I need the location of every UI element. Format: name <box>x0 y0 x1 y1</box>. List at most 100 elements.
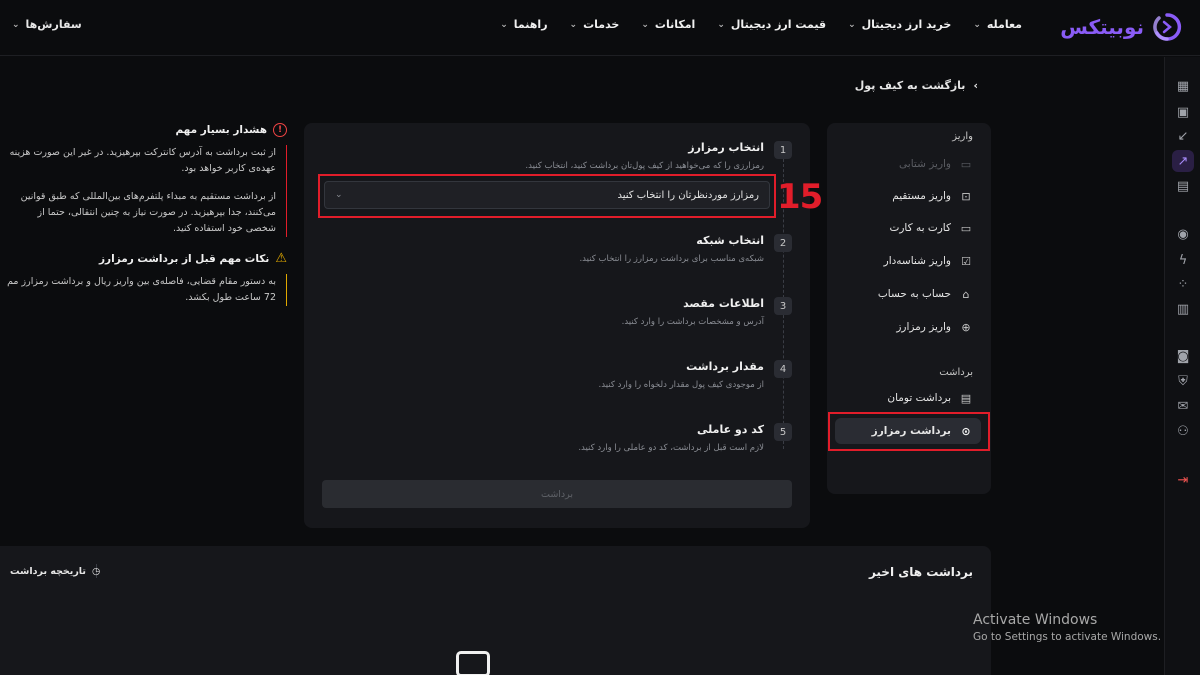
warning-line: عهده‌ی کاربر خواهد بود. <box>181 163 276 174</box>
card-transfer-icon: ▭ <box>960 221 972 235</box>
tips-body: به دستور مقام قضایی، فاصله‌ی بین واریز ر… <box>0 274 287 306</box>
side-item-label: کارت به کارت <box>889 222 951 234</box>
side-item-account-to-account[interactable]: ⌂ حساب به حساب <box>835 281 981 307</box>
withdraw-tips: ⚠ نکات مهم قبل از برداشت رمزارز به دستور… <box>0 251 287 306</box>
recent-withdrawals-panel: برداشت های اخیر ◷ تاریخچه برداشت <box>0 546 991 675</box>
step-desc: رمزارزی را که می‌خواهید از کیف پول‌تان ب… <box>525 161 764 171</box>
step-number: 2 <box>774 234 792 252</box>
warning-triangle-icon: ⚠ <box>275 251 287 266</box>
profile-icon[interactable]: ◙ <box>1174 347 1192 365</box>
side-item-label: واریز شناسه‌دار <box>883 255 951 267</box>
withdraw-history-link[interactable]: ◷ تاریخچه برداشت <box>10 566 100 577</box>
menu-features[interactable]: امکانات ⌄ <box>641 18 695 31</box>
side-item-toman-withdraw[interactable]: ▤ برداشت تومان <box>835 385 981 411</box>
crypto-deposit-icon: ⊕ <box>961 320 971 334</box>
back-label: بازگشت به کیف پول <box>854 79 966 92</box>
logout-icon[interactable]: ⇥ <box>1174 471 1192 489</box>
menu-trade[interactable]: معامله ⌄ <box>973 18 1022 31</box>
side-item-card-to-card[interactable]: ▭ کارت به کارت <box>835 215 981 241</box>
menu-buy-crypto[interactable]: خرید ارز دیجیتال ⌄ <box>848 18 951 31</box>
step-title: انتخاب شبکه <box>696 234 764 247</box>
annotation-number: 15 <box>777 177 823 217</box>
watermark-line2: Go to Settings to activate Windows. <box>973 631 1162 643</box>
calendar-icon[interactable]: ▥ <box>1174 300 1192 318</box>
tips-line: 72 ساعت طول بکشد. <box>185 292 276 303</box>
watermark-line1: Activate Windows <box>973 612 1098 628</box>
step-title: مقدار برداشت <box>686 360 764 373</box>
alert-circle-icon: ! <box>273 123 287 137</box>
chevron-down-icon: ⌄ <box>641 19 649 30</box>
warning-body: از ثبت برداشت به آدرس کانترکت بپرهیزید. … <box>0 145 287 237</box>
highlight-box-coin-select <box>318 174 776 218</box>
history-label: تاریخچه برداشت <box>10 566 86 577</box>
back-to-wallet-link[interactable]: › بازگشت به کیف پول <box>855 79 978 92</box>
warning-title: هشدار بسیار مهم <box>175 124 267 136</box>
top-navbar: نوبیتکس معامله ⌄ خرید ارز دیجیتال ⌄ قیمت ا… <box>0 0 1200 56</box>
menu-label: معامله <box>986 18 1022 31</box>
logo-text: نوبیتکس <box>1060 15 1144 39</box>
main-menu: معامله ⌄ خرید ارز دیجیتال ⌄ قیمت ارز دیجیت… <box>500 18 1022 31</box>
deposit-heading: واریز <box>952 131 973 142</box>
nobitex-logo[interactable]: نوبیتکس <box>1060 12 1182 42</box>
step-number: 1 <box>774 141 792 159</box>
side-item-label: واریز شتابی <box>899 158 951 170</box>
lightning-icon[interactable]: ϟ <box>1174 251 1192 269</box>
coin-icon[interactable]: ◉ <box>1174 225 1192 243</box>
chevron-down-icon: ⌄ <box>848 19 856 30</box>
menu-crypto-price[interactable]: قیمت ارز دیجیتال ⌄ <box>717 18 826 31</box>
clock-icon: ◷ <box>91 566 101 577</box>
withdraw-heading: برداشت <box>939 367 973 378</box>
report-icon[interactable]: ▤ <box>1174 177 1192 195</box>
staking-icon[interactable]: ⁘ <box>1174 275 1192 293</box>
menu-label: خرید ارز دیجیتال <box>861 18 952 31</box>
step-title: کد دو عاملی <box>697 423 764 436</box>
chevron-down-icon: ⌄ <box>569 19 578 30</box>
withdraw-submit-button[interactable]: برداشت <box>322 480 792 508</box>
bank-icon: ⌂ <box>962 287 970 301</box>
side-item-label: برداشت تومان <box>887 392 951 404</box>
tips-line: به دستور مقام قضایی، فاصله‌ی بین واریز ر… <box>7 276 276 287</box>
menu-services[interactable]: خدمات ⌄ <box>570 18 620 31</box>
side-item-id-deposit[interactable]: ☑ واریز شناسه‌دار <box>835 248 981 274</box>
side-item-label: واریز رمزارز <box>896 321 951 333</box>
wallet-icon[interactable]: ▣ <box>1174 103 1192 121</box>
deposit-arrow-icon[interactable]: ↙ <box>1174 127 1192 145</box>
menu-help[interactable]: راهنما ⌄ <box>500 18 547 31</box>
step-desc: آدرس و مشخصات برداشت را وارد کنید. <box>621 317 764 327</box>
side-item-label: حساب به حساب <box>877 288 951 300</box>
step-desc: از موجودی کیف پول مقدار دلخواه را وارد ک… <box>598 380 764 390</box>
step-desc: شبکه‌ی مناسب برای برداشت رمزارز را انتخا… <box>579 254 764 264</box>
chevron-right-icon: › <box>973 79 978 92</box>
warning-line: از ثبت برداشت به آدرس کانترکت بپرهیزید. … <box>9 147 276 158</box>
recent-title: برداشت های اخیر <box>868 565 973 579</box>
side-item-direct-deposit[interactable]: ⊡ واریز مستقیم <box>835 183 981 209</box>
orders-label: سفارش‌ها <box>25 18 82 31</box>
step-number: 5 <box>774 423 792 441</box>
step-number: 4 <box>774 360 792 378</box>
important-warning: ! هشدار بسیار مهم از ثبت برداشت به آدرس … <box>0 123 287 237</box>
empty-inbox-icon <box>456 651 490 675</box>
toman-withdraw-icon: ▤ <box>960 391 972 405</box>
step-desc: لازم است قبل از برداشت، کد دو عاملی را و… <box>578 443 764 453</box>
warning-line: می‌کنند، جدا بپرهیزید. در صورت نیاز به چ… <box>37 207 276 218</box>
windows-activation-watermark: Activate Windows Go to Settings to activ… <box>973 612 1161 643</box>
chevron-down-icon: ⌄ <box>500 19 508 30</box>
direct-deposit-icon: ⊡ <box>961 189 971 203</box>
mail-icon[interactable]: ✉ <box>1174 397 1192 415</box>
warning-line: شخصی خود استفاده کنید. <box>173 223 276 234</box>
step-title: اطلاعات مقصد <box>683 297 764 310</box>
orders-dropdown[interactable]: ⌄ سفارش‌ها <box>12 18 82 31</box>
users-icon[interactable]: ⚇ <box>1174 422 1192 440</box>
side-item-crypto-deposit[interactable]: ⊕ واریز رمزارز <box>835 314 981 340</box>
menu-label: قیمت ارز دیجیتال <box>730 18 827 31</box>
menu-label: امکانات <box>654 18 696 31</box>
shield-icon[interactable]: ⛨ <box>1174 372 1192 390</box>
step-title: انتخاب رمزارز <box>688 141 764 154</box>
dashboard-icon[interactable]: ▦ <box>1174 77 1192 95</box>
chevron-down-icon: ⌄ <box>717 19 725 30</box>
side-item-fast-deposit[interactable]: ▭ واریز شتابی <box>835 151 981 177</box>
step-number: 3 <box>774 297 792 315</box>
side-item-label: واریز مستقیم <box>892 190 951 202</box>
withdraw-arrow-icon[interactable]: ↗ <box>1172 150 1194 172</box>
icon-rail: ▦ ▣ ↙ ↗ ▤ ◉ ϟ ⁘ ▥ ◙ ⛨ ✉ ⚇ ⇥ <box>1164 57 1200 675</box>
